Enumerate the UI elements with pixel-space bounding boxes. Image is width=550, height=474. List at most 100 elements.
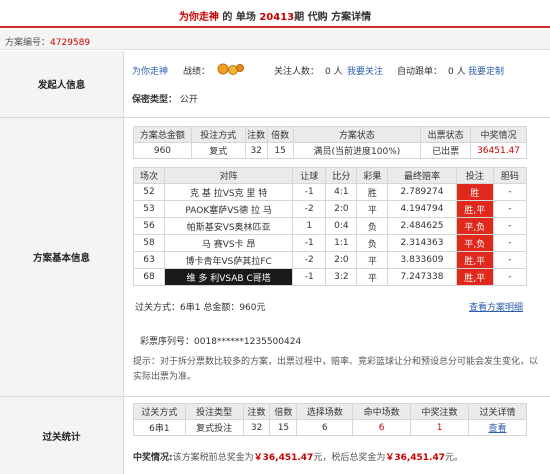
pass-summary-text: 过关方式：6串1 总金额：960元 bbox=[135, 303, 266, 313]
pass-cell: 复式投注 bbox=[184, 419, 244, 436]
match-result: 平 bbox=[356, 251, 389, 269]
match-score: 1:1 bbox=[325, 234, 358, 252]
match-score: 4:1 bbox=[325, 183, 358, 201]
prize-text-3: 元。 bbox=[445, 453, 464, 463]
pass-header: 倍数 bbox=[269, 403, 298, 420]
match-odds: 2.314363 bbox=[387, 234, 457, 252]
match-odds: 4.194794 bbox=[387, 200, 457, 218]
pass-cell: 15 bbox=[269, 419, 298, 436]
follow-link[interactable]: 我要关注 bbox=[347, 64, 383, 77]
match-handicap: 1 bbox=[292, 217, 327, 235]
match-teams: PAOK塞萨VS德 拉 马 bbox=[164, 200, 294, 218]
page-title: 为你走神 的 单场 20413期 代购 方案详情 bbox=[0, 8, 550, 23]
match-row: 56 帕斯基安VS奥林匹亚 1 0:4 负 2.484625 平,负 - bbox=[132, 217, 528, 235]
prize-pre-tax: ￥36,451.47 bbox=[253, 453, 314, 463]
initiator-name[interactable]: 为你走神 bbox=[132, 64, 168, 77]
match-bet: 胜 bbox=[455, 183, 494, 201]
match-odds: 2.484625 bbox=[387, 217, 457, 235]
follow-label: 关注人数： bbox=[274, 67, 320, 77]
match-no: 63 bbox=[132, 251, 166, 269]
serial-value: 0018******1235500424 bbox=[194, 337, 302, 347]
match-result: 胜 bbox=[356, 183, 389, 201]
summary-header: 投注方式 bbox=[190, 126, 246, 143]
privacy-value: 公开 bbox=[179, 95, 198, 105]
summary-header: 注数 bbox=[244, 126, 268, 143]
pass-header: 中奖注数 bbox=[410, 403, 470, 420]
pass-header: 过关详情 bbox=[468, 403, 527, 420]
match-result: 平 bbox=[356, 200, 389, 218]
title-separator bbox=[0, 26, 550, 28]
summary-cell: 满员(当前进度100%) bbox=[292, 142, 422, 159]
summary-header-row: 方案总金额 投注方式 注数 倍数 方案状态 出票状态 中奖情况 bbox=[133, 126, 527, 143]
match-handicap: -2 bbox=[292, 251, 327, 269]
view-plan-details-link[interactable]: 查看方案明细 bbox=[469, 300, 523, 313]
match-teams: 克 基 拉VS克 里 特 bbox=[164, 183, 294, 201]
match-score: 2:0 bbox=[325, 200, 358, 218]
match-result: 负 bbox=[356, 217, 389, 235]
prize-text-1: 该方案税前总奖金为 bbox=[172, 453, 254, 463]
summary-cell: 15 bbox=[266, 142, 294, 159]
match-header-row: 场次 对阵 让球 比分 彩果 最终赔率 投注 胆码 bbox=[132, 167, 528, 184]
match-handicap: -1 bbox=[292, 183, 327, 201]
match-teams: 帕斯基安VS奥林匹亚 bbox=[164, 217, 294, 235]
pass-cell: 32 bbox=[242, 419, 271, 436]
match-handicap: -1 bbox=[292, 234, 327, 252]
match-result: 平 bbox=[356, 268, 389, 286]
summary-cell: 复式 bbox=[190, 142, 246, 159]
match-teams: 博卡青年VS萨其拉FC bbox=[164, 251, 294, 269]
trophy-icon bbox=[217, 62, 245, 79]
match-header: 投注 bbox=[455, 167, 494, 184]
title-issue: 20413 bbox=[259, 12, 295, 23]
match-header: 彩果 bbox=[356, 167, 389, 184]
pass-header: 过关方式 bbox=[133, 403, 186, 420]
summary-row: 960 复式 32 15 满员(当前进度100%) 已出票 36451.47 bbox=[133, 142, 527, 159]
summary-header: 方案总金额 bbox=[133, 126, 192, 143]
privacy-label: 保密类型： bbox=[132, 95, 178, 105]
match-handicap: -1 bbox=[292, 268, 327, 286]
pass-header: 命中场数 bbox=[352, 403, 412, 420]
match-handicap: -2 bbox=[292, 200, 327, 218]
prize-label: 中奖情况: bbox=[133, 453, 173, 463]
match-row: 53 PAOK塞萨VS德 拉 马 -2 2:0 平 4.194794 胜,平 - bbox=[132, 200, 528, 218]
pass-cell: 6串1 bbox=[133, 419, 186, 436]
pass-header: 选择场数 bbox=[296, 403, 354, 420]
view-pass-details-link[interactable]: 查看 bbox=[489, 424, 507, 434]
match-row: 68 维 多 利VSAB C哥塔 -1 3:2 平 7.247338 胜,平 - bbox=[132, 268, 528, 286]
pass-summary: 过关方式：6串1 总金额：960元 查看方案明细 bbox=[135, 300, 529, 313]
section-initiator-label: 发起人信息 bbox=[37, 80, 86, 91]
section-basic: 方案基本信息 bbox=[0, 118, 124, 396]
match-score: 2:0 bbox=[325, 251, 358, 269]
match-header: 让球 bbox=[292, 167, 327, 184]
summary-cell: 960 bbox=[133, 142, 192, 159]
pass-cell: 6 bbox=[296, 419, 354, 436]
plan-number-bar: 方案编号：4729589 bbox=[0, 30, 550, 50]
match-teams: 马 赛VS卡 昂 bbox=[164, 234, 294, 252]
match-row: 58 马 赛VS卡 昂 -1 1:1 负 2.314363 平,负 - bbox=[132, 234, 528, 252]
match-banker: - bbox=[492, 183, 528, 201]
summary-header: 中奖情况 bbox=[470, 126, 527, 143]
section-pass-stats-label: 过关统计 bbox=[42, 431, 81, 443]
summary-cell: 已出票 bbox=[420, 142, 472, 159]
summary-prize-cell: 36451.47 bbox=[470, 142, 527, 159]
title-user: 为你走神 bbox=[178, 12, 219, 23]
auto-follow-label: 自动跟单： bbox=[397, 67, 443, 77]
match-row: 52 克 基 拉VS克 里 特 -1 4:1 胜 2.789274 胜 - bbox=[132, 183, 528, 201]
section-initiator: 发起人信息 bbox=[0, 51, 124, 117]
match-no: 56 bbox=[132, 217, 166, 235]
auto-follow-link[interactable]: 我要定制 bbox=[468, 64, 504, 77]
match-header: 胆码 bbox=[492, 167, 528, 184]
match-no: 52 bbox=[132, 183, 166, 201]
match-header: 对阵 bbox=[164, 167, 294, 184]
summary-header: 倍数 bbox=[266, 126, 294, 143]
match-no: 58 bbox=[132, 234, 166, 252]
match-table: 场次 对阵 让球 比分 彩果 最终赔率 投注 胆码 52 克 基 拉VS克 里 … bbox=[132, 167, 528, 286]
match-odds: 7.247338 bbox=[387, 268, 457, 286]
match-bet: 平,负 bbox=[455, 234, 494, 252]
match-banker: - bbox=[492, 268, 528, 286]
match-bet: 胜,平 bbox=[455, 200, 494, 218]
title-mid: 的 单场 bbox=[218, 12, 260, 23]
prize-info: 中奖情况:该方案税前总奖金为￥36,451.47元，税后总奖金为￥36,451.… bbox=[133, 450, 463, 463]
match-odds: 2.789274 bbox=[387, 183, 457, 201]
match-score: 0:4 bbox=[325, 217, 358, 235]
auto-follow-count: 0 人 bbox=[448, 67, 466, 77]
